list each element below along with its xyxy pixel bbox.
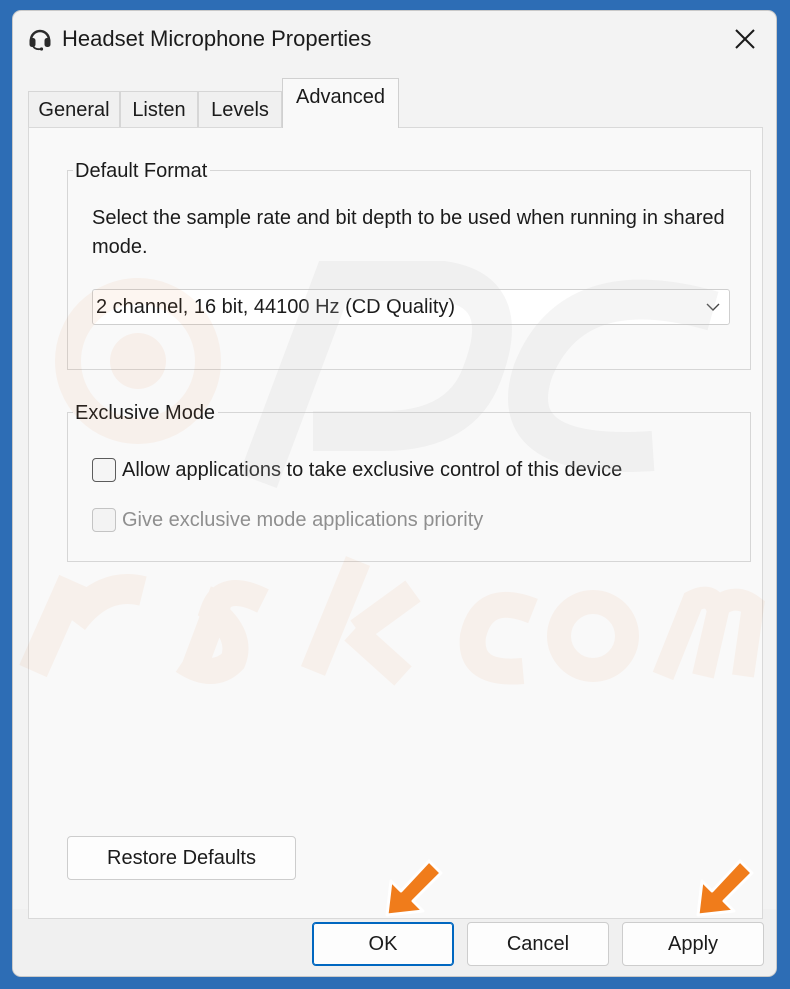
restore-defaults-button[interactable]: Restore Defaults (67, 836, 296, 880)
ok-button[interactable]: OK (312, 922, 454, 966)
tab-general[interactable]: General (28, 91, 120, 128)
close-button[interactable] (725, 19, 765, 59)
allow-exclusive-control-label[interactable]: Allow applications to take exclusive con… (122, 457, 622, 483)
tab-advanced[interactable]: Advanced (282, 78, 399, 128)
tab-strip: General Listen Levels Advanced (28, 78, 768, 128)
properties-dialog: Headset Microphone Properties General Li… (13, 11, 776, 976)
default-format-selected-value: 2 channel, 16 bit, 44100 Hz (CD Quality) (96, 296, 456, 318)
apply-button[interactable]: Apply (622, 922, 764, 966)
exclusive-priority-checkbox (92, 508, 116, 532)
exclusive-priority-option: Give exclusive mode applications priorit… (92, 507, 692, 535)
exclusive-priority-label: Give exclusive mode applications priorit… (122, 509, 484, 531)
close-icon[interactable] (725, 19, 765, 59)
allow-exclusive-control-checkbox[interactable] (92, 458, 116, 482)
default-format-dropdown[interactable]: 2 channel, 16 bit, 44100 Hz (CD Quality) (92, 289, 730, 325)
allow-exclusive-control-option[interactable]: Allow applications to take exclusive con… (92, 457, 692, 485)
default-format-description: Select the sample rate and bit depth to … (92, 207, 725, 258)
chevron-down-icon (706, 303, 720, 311)
tab-listen[interactable]: Listen (120, 91, 198, 128)
exclusive-mode-group (67, 412, 751, 562)
title-bar: Headset Microphone Properties (13, 11, 776, 67)
tab-levels[interactable]: Levels (198, 91, 282, 128)
window-title: Headset Microphone Properties (62, 26, 372, 51)
cancel-button[interactable]: Cancel (467, 922, 609, 966)
exclusive-mode-label: Exclusive Mode (73, 401, 219, 425)
headset-icon (29, 29, 51, 51)
default-format-label: Default Format (73, 159, 211, 183)
default-format-group (67, 170, 751, 370)
advanced-tab-panel: Default Format Select the sample rate an… (28, 127, 763, 919)
